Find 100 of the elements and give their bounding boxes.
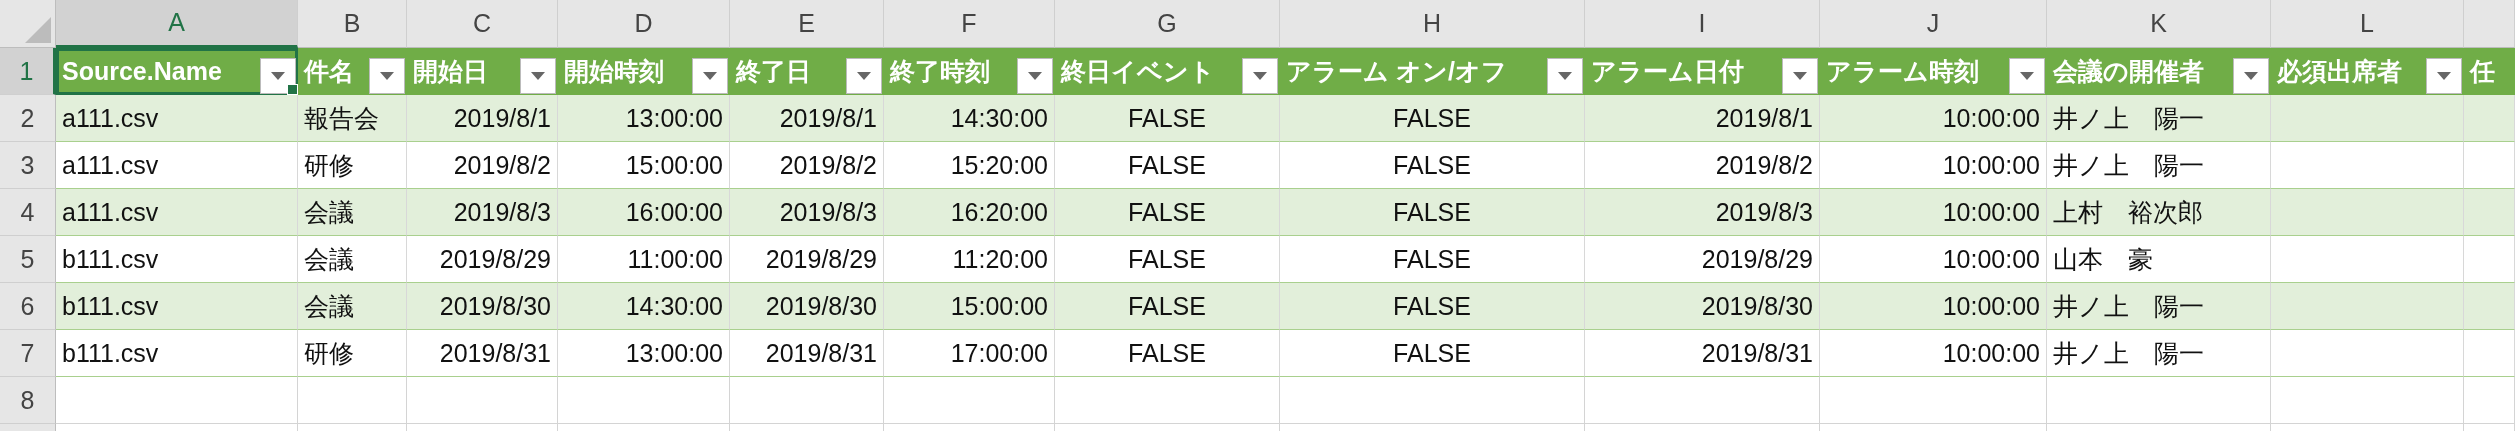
filter-button[interactable]	[369, 57, 405, 94]
table-cell: 研修	[298, 142, 407, 189]
row-header[interactable]: 8	[0, 377, 56, 424]
table-cell	[2464, 189, 2515, 236]
table-cell: 上村 裕次郎	[2047, 189, 2271, 236]
table-cell: 井ノ上 陽一	[2047, 283, 2271, 330]
fill-handle[interactable]	[287, 84, 298, 95]
filter-button[interactable]	[1242, 57, 1278, 94]
table-cell: 2019/8/30	[730, 283, 884, 330]
caret-icon	[1028, 71, 1042, 80]
table-cell: 2019/8/3	[1585, 189, 1820, 236]
table-cell	[2464, 283, 2515, 330]
table-cell: b111.csv	[56, 283, 298, 330]
table-cell: 研修	[298, 330, 407, 377]
column-title: アラーム オン/オフ	[1286, 56, 1507, 87]
column-header[interactable]: E	[730, 0, 884, 48]
table-cell: FALSE	[1055, 283, 1280, 330]
table-cell: 16:20:00	[884, 189, 1055, 236]
empty-cell	[2464, 377, 2515, 424]
row-header[interactable]: 6	[0, 283, 56, 330]
table-cell: FALSE	[1280, 236, 1585, 283]
filter-button[interactable]	[2009, 57, 2045, 94]
table-cell: 17:00:00	[884, 330, 1055, 377]
table-cell: 会議	[298, 189, 407, 236]
table-cell: 会議	[298, 283, 407, 330]
column-header[interactable]: D	[558, 0, 730, 48]
table-cell: 15:00:00	[884, 283, 1055, 330]
table-cell: 13:00:00	[558, 95, 730, 142]
row-header[interactable]: 3	[0, 142, 56, 189]
caret-icon	[1793, 71, 1807, 80]
table-cell: 14:30:00	[558, 283, 730, 330]
table-cell: b111.csv	[56, 330, 298, 377]
filter-button[interactable]	[2426, 57, 2462, 94]
filter-button[interactable]	[1782, 57, 1818, 94]
table-cell: FALSE	[1055, 95, 1280, 142]
table-cell: 16:00:00	[558, 189, 730, 236]
table-cell: 2019/8/31	[730, 330, 884, 377]
table-cell: 11:00:00	[558, 236, 730, 283]
caret-icon	[1253, 71, 1267, 80]
row-header[interactable]: 4	[0, 189, 56, 236]
table-cell: FALSE	[1280, 95, 1585, 142]
table-cell: 10:00:00	[1820, 330, 2047, 377]
table-cell: 2019/8/3	[730, 189, 884, 236]
filter-button[interactable]	[1547, 57, 1583, 94]
column-header[interactable]: H	[1280, 0, 1585, 48]
column-title: 件名	[304, 56, 354, 87]
column-header[interactable]: K	[2047, 0, 2271, 48]
column-header[interactable]: B	[298, 0, 407, 48]
column-title: 開始時刻	[564, 56, 664, 87]
column-header[interactable]: A	[56, 0, 298, 48]
filter-button[interactable]	[846, 57, 882, 94]
filter-button[interactable]	[260, 57, 296, 94]
column-title: 終日イベント	[1061, 56, 1215, 87]
table-cell: a111.csv	[56, 142, 298, 189]
table-cell: 2019/8/1	[1585, 95, 1820, 142]
table-cell: 2019/8/31	[407, 330, 558, 377]
table-cell: 井ノ上 陽一	[2047, 95, 2271, 142]
filter-button[interactable]	[1017, 57, 1053, 94]
column-header[interactable]: G	[1055, 0, 1280, 48]
table-cell: 15:20:00	[884, 142, 1055, 189]
column-header[interactable]: I	[1585, 0, 1820, 48]
table-cell: 2019/8/2	[730, 142, 884, 189]
row-header[interactable]: 2	[0, 95, 56, 142]
column-header[interactable]: F	[884, 0, 1055, 48]
filter-button[interactable]	[520, 57, 556, 94]
row-header[interactable]: 7	[0, 330, 56, 377]
column-title: 会議の開催者	[2053, 56, 2204, 87]
filter-button[interactable]	[2233, 57, 2269, 94]
table-cell: 2019/8/31	[1585, 330, 1820, 377]
column-title: 必須出席者	[2277, 56, 2402, 87]
table-cell: 報告会	[298, 95, 407, 142]
column-header[interactable]: L	[2271, 0, 2464, 48]
table-cell: 11:20:00	[884, 236, 1055, 283]
table-cell: 14:30:00	[884, 95, 1055, 142]
row-header[interactable]: 5	[0, 236, 56, 283]
caret-icon	[1558, 71, 1572, 80]
table-cell: FALSE	[1055, 189, 1280, 236]
table-cell: 井ノ上 陽一	[2047, 330, 2271, 377]
caret-icon	[271, 71, 285, 80]
column-header[interactable]: C	[407, 0, 558, 48]
caret-icon	[2437, 71, 2451, 80]
table-cell: 10:00:00	[1820, 189, 2047, 236]
table-cell: FALSE	[1280, 142, 1585, 189]
caret-icon	[857, 71, 871, 80]
column-title: Source.Name	[62, 57, 222, 86]
column-header[interactable]: J	[1820, 0, 2047, 48]
row-header[interactable]: 1	[0, 48, 56, 95]
table-cell: 10:00:00	[1820, 283, 2047, 330]
table-cell: 10:00:00	[1820, 236, 2047, 283]
table-cell	[2464, 236, 2515, 283]
table-cell: 10:00:00	[1820, 95, 2047, 142]
table-cell: FALSE	[1280, 330, 1585, 377]
table-cell: a111.csv	[56, 189, 298, 236]
column-title: アラーム日付	[1591, 56, 1744, 87]
filter-button[interactable]	[692, 57, 728, 94]
table-cell: FALSE	[1280, 189, 1585, 236]
table-cell: b111.csv	[56, 236, 298, 283]
caret-icon	[703, 71, 717, 80]
table-cell: 2019/8/30	[407, 283, 558, 330]
table-cell: FALSE	[1055, 330, 1280, 377]
